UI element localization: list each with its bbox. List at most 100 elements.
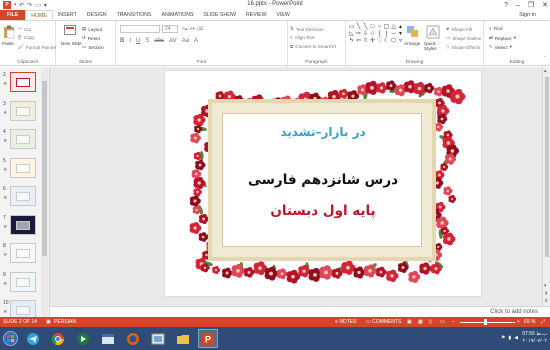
tab-animations[interactable]: ANIMATIONS bbox=[157, 10, 199, 20]
reset-button[interactable]: ↺ Reset bbox=[82, 35, 100, 41]
tray-network-icon[interactable]: ▮ bbox=[508, 335, 511, 341]
close-button[interactable]: ✕ bbox=[542, 1, 548, 9]
strikethrough-icon[interactable]: abc bbox=[154, 38, 164, 44]
slide-title-line-2[interactable]: درس شانزدهم فارسی bbox=[165, 172, 481, 188]
arrange-icon[interactable] bbox=[406, 25, 420, 39]
save-icon[interactable]: ▪ bbox=[14, 2, 16, 8]
spelling-icon[interactable]: ▣ bbox=[46, 319, 51, 325]
shape-rtriangle-icon[interactable]: ◺ bbox=[348, 31, 355, 38]
thumbnails-scrollbar[interactable] bbox=[41, 67, 48, 317]
reading-view-icon[interactable]: ▯ bbox=[429, 319, 432, 325]
clock[interactable]: 07:55 ب.ظ ۲۰۱۹/۰۷/۰۲ bbox=[522, 331, 547, 345]
font-size-select[interactable]: 24 bbox=[162, 25, 178, 33]
arrange-button[interactable]: Arrange bbox=[404, 41, 420, 46]
taskbar-app-icon[interactable] bbox=[98, 329, 118, 348]
italic-icon[interactable]: I bbox=[129, 38, 131, 44]
zoom-slider[interactable] bbox=[460, 319, 515, 325]
redo-icon[interactable]: ↷ bbox=[27, 2, 32, 9]
tab-slide-show[interactable]: SLIDE SHOW bbox=[198, 10, 241, 20]
taskbar-telegram-icon[interactable] bbox=[23, 329, 43, 348]
shape-star-icon[interactable]: ☆ bbox=[369, 31, 376, 38]
slide-thumbnail-preview[interactable] bbox=[10, 300, 36, 317]
shape-brace2-icon[interactable]: } bbox=[383, 31, 390, 38]
slide-title-line-1[interactable]: در بازار–تشدید bbox=[165, 125, 481, 139]
taskbar-firefox-icon[interactable] bbox=[123, 329, 143, 348]
language-indicator[interactable]: PERSIAN bbox=[54, 319, 76, 325]
notes-toggle[interactable]: ≡ NOTES bbox=[335, 319, 357, 325]
new-slide-icon[interactable] bbox=[64, 25, 76, 38]
shape-outline-button[interactable]: ▭ Shape Outline bbox=[446, 35, 481, 41]
shape-roundrect-icon[interactable]: ▢ bbox=[383, 24, 390, 31]
help-button[interactable]: ? bbox=[504, 2, 508, 9]
underline-icon[interactable]: U bbox=[136, 38, 140, 44]
zoom-in-icon[interactable]: + bbox=[517, 319, 520, 325]
layout-button[interactable]: ▤ Layout bbox=[82, 26, 102, 32]
shape-lightning-icon[interactable]: ϟ bbox=[348, 38, 355, 45]
shape-heart-icon[interactable]: ♡ bbox=[376, 38, 383, 45]
thumbnails-scroll-thumb[interactable] bbox=[42, 81, 47, 256]
taskbar-media-icon[interactable] bbox=[73, 329, 93, 348]
quick-styles-button[interactable]: Quick Styles bbox=[424, 41, 444, 51]
maximize-button[interactable]: ❐ bbox=[528, 1, 534, 9]
slide-editing-area[interactable]: در بازار–تشدید درس شانزدهم فارسی پایه او… bbox=[50, 67, 550, 306]
copy-button[interactable]: ⎘ Copy bbox=[18, 35, 34, 40]
slide-thumbnail-preview[interactable] bbox=[10, 129, 36, 149]
tab-view[interactable]: VIEW bbox=[271, 10, 294, 20]
notes-placeholder[interactable]: Click to add notes bbox=[490, 309, 538, 315]
shape-curve-icon[interactable]: ∽ bbox=[390, 31, 397, 38]
font-color-icon[interactable]: A bbox=[194, 38, 198, 44]
customize-qat-icon[interactable]: ▾ bbox=[44, 2, 47, 9]
slide-scroll-thumb[interactable] bbox=[545, 77, 549, 257]
font-family-select[interactable] bbox=[120, 25, 160, 33]
shape-effects-button[interactable]: ◇ Shape Effects bbox=[446, 44, 480, 50]
char-spacing-icon[interactable]: AV bbox=[169, 38, 177, 44]
start-button-icon[interactable] bbox=[3, 331, 18, 346]
shape-cube-icon[interactable]: ⬡ bbox=[390, 38, 397, 45]
slide-thumbnails-pane[interactable]: 2 ★ 3 ★ 4 ★ 5 ★ 6 ★ 7 ★ 8 ★ 9 ★ 10 ★ bbox=[0, 67, 50, 317]
comments-toggle[interactable]: ▭ COMMENTS bbox=[366, 319, 401, 325]
slide-thumbnail-preview[interactable] bbox=[10, 271, 36, 292]
shape-rect-icon[interactable]: □ bbox=[369, 24, 376, 31]
clear-formatting-icon[interactable]: ⌫ bbox=[197, 26, 204, 32]
tab-design[interactable]: DESIGN bbox=[82, 10, 112, 20]
normal-view-icon[interactable]: ▣ bbox=[407, 319, 412, 325]
scroll-up-icon[interactable]: ▴ bbox=[544, 68, 547, 74]
shape-more-icon[interactable]: ▴ bbox=[397, 24, 404, 31]
tab-home[interactable]: HOME bbox=[25, 10, 53, 20]
shape-brace-icon[interactable]: { bbox=[376, 31, 383, 38]
decrease-font-icon[interactable]: A▾ bbox=[189, 26, 194, 32]
section-button[interactable]: ▭ Section bbox=[82, 44, 104, 50]
select-button[interactable]: ↖ Select ▾ bbox=[489, 44, 512, 50]
tab-insert[interactable]: INSERT bbox=[53, 10, 82, 20]
slide-thumbnail-preview[interactable] bbox=[10, 186, 36, 206]
taskbar-window-icon[interactable] bbox=[148, 329, 168, 348]
collapse-ribbon-icon[interactable]: ⌃ bbox=[543, 55, 547, 61]
shape-moon-icon[interactable]: ☾ bbox=[383, 38, 390, 45]
shape-arrow-down-icon[interactable]: ⇩ bbox=[362, 31, 369, 38]
shape-arrow-up-icon[interactable]: ⇧ bbox=[362, 38, 369, 45]
increase-font-icon[interactable]: A▴ bbox=[182, 26, 187, 32]
tray-volume-icon[interactable]: ◀ bbox=[514, 335, 518, 341]
tray-flag-icon[interactable]: ⚑ bbox=[501, 335, 505, 341]
tab-file[interactable]: FILE bbox=[0, 10, 26, 20]
slide-sorter-icon[interactable]: ▦ bbox=[418, 319, 423, 325]
convert-smartart-button[interactable]: ⧉ Convert to SmartArt bbox=[290, 44, 336, 49]
minimize-button[interactable]: – bbox=[516, 2, 520, 9]
previous-slide-icon[interactable]: ⇞ bbox=[544, 291, 548, 297]
cut-button[interactable]: ✂ Cut bbox=[18, 26, 31, 32]
align-text-button[interactable]: ≡ Align Text bbox=[290, 35, 315, 40]
slide-thumbnail-preview[interactable] bbox=[10, 72, 36, 92]
taskbar-chrome-icon[interactable] bbox=[48, 329, 68, 348]
slide-thumbnail-preview[interactable] bbox=[10, 100, 36, 121]
replace-button[interactable]: ⇄ Replace ▾ bbox=[489, 35, 516, 41]
slide-scrollbar[interactable]: ▴ ▾ ⇞ ⇟ bbox=[542, 67, 550, 306]
zoom-out-icon[interactable]: – bbox=[452, 319, 455, 325]
scroll-down-icon[interactable]: ▾ bbox=[544, 283, 547, 289]
start-slideshow-icon[interactable]: ▭ bbox=[35, 2, 41, 9]
shape-expand-icon[interactable]: ▿ bbox=[397, 38, 404, 45]
zoom-level[interactable]: 69 % bbox=[524, 319, 535, 325]
taskbar-powerpoint-icon[interactable]: P bbox=[198, 329, 218, 348]
next-slide-icon[interactable]: ⇟ bbox=[544, 298, 548, 304]
shape-scroll-down-icon[interactable]: ▾ bbox=[397, 31, 404, 38]
shape-fill-button[interactable]: ◈ Shape Fill bbox=[446, 26, 472, 32]
